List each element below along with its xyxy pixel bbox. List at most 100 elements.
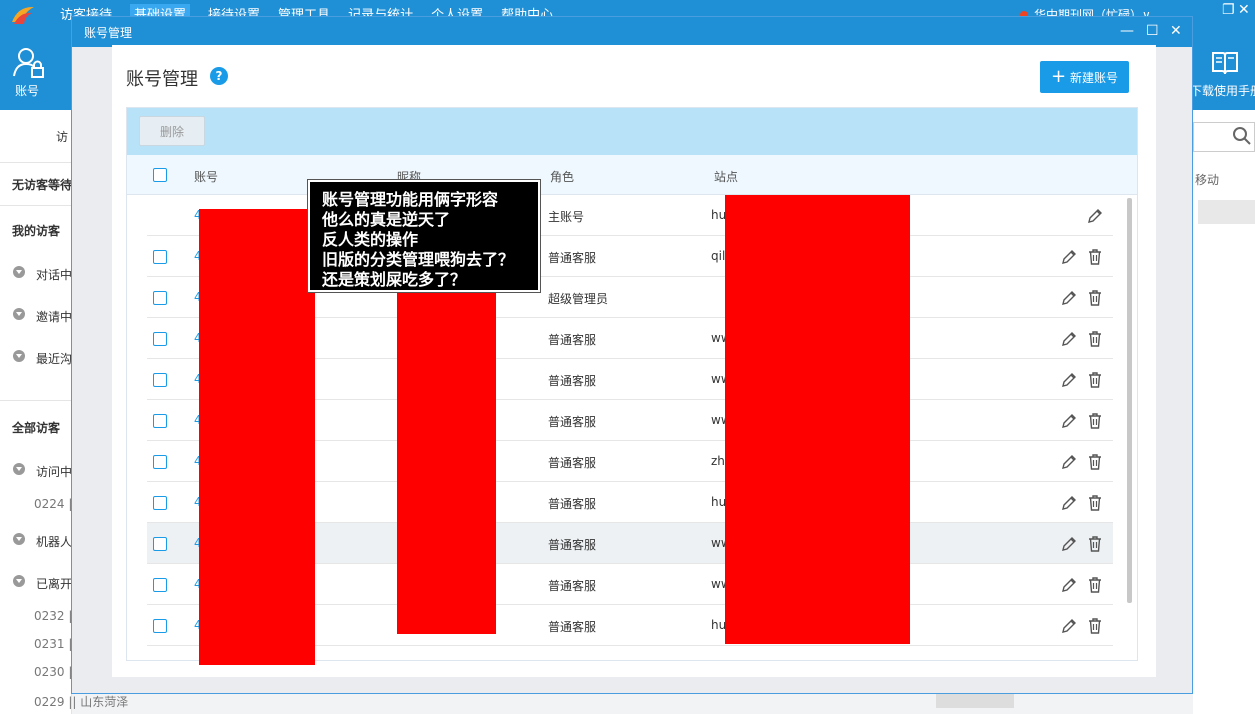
restore-icon[interactable]: ❐ (1222, 2, 1235, 18)
expand-icon[interactable] (13, 575, 25, 587)
trash-icon[interactable] (1086, 453, 1104, 471)
group-label[interactable]: 机器人 (36, 533, 72, 550)
row-checkbox[interactable] (153, 496, 167, 510)
row-checkbox[interactable] (153, 332, 167, 346)
role-cell: 普通客服 (548, 251, 597, 265)
annotation-line: 账号管理功能用俩字形容 (322, 190, 499, 209)
group-label[interactable]: 对话中 (36, 266, 72, 283)
edit-icon[interactable] (1060, 576, 1078, 594)
delete-button[interactable]: 删除 (139, 116, 205, 146)
divider (0, 400, 72, 401)
no-visitor-heading: 无访客等待 (12, 178, 73, 192)
edit-icon[interactable] (1060, 617, 1078, 635)
role-cell: 普通客服 (548, 538, 597, 552)
site-cell: hu (711, 208, 727, 222)
manual-book-icon[interactable] (1210, 48, 1240, 78)
header-account[interactable]: 账号 (194, 168, 218, 185)
group-label[interactable]: 最近沟 (36, 350, 72, 367)
divider (0, 162, 72, 163)
trash-icon[interactable] (1086, 330, 1104, 348)
redaction-block (397, 287, 496, 634)
expand-icon[interactable] (13, 463, 25, 475)
edit-icon[interactable] (1060, 494, 1078, 512)
redaction-block (199, 209, 315, 665)
edit-icon[interactable] (1060, 248, 1078, 266)
account-lock-icon[interactable] (12, 46, 46, 80)
role-cell: 普通客服 (548, 415, 597, 429)
role-cell: 普通客服 (548, 579, 597, 593)
trash-icon[interactable] (1086, 371, 1104, 389)
trash-icon[interactable] (1086, 248, 1104, 266)
role-cell: 超级管理员 (548, 292, 609, 306)
trash-icon[interactable] (1086, 289, 1104, 307)
search-icon[interactable] (1232, 126, 1252, 146)
header-role[interactable]: 角色 (550, 168, 574, 185)
trash-icon[interactable] (1086, 617, 1104, 635)
group-label[interactable]: 访问中 (36, 463, 72, 480)
role-cell: 普通客服 (548, 620, 597, 634)
close-icon[interactable]: ✕ (1170, 23, 1182, 39)
my-visitors-heading: 我的访客 (12, 224, 61, 238)
app-logo-icon (12, 6, 34, 24)
annotation-line: 还是策划屎吃多了？ (322, 270, 467, 289)
window-title-bar: 账号管理 — ☐ ✕ (72, 17, 1192, 47)
table-header: 账号 昵称 角色 站点 (127, 155, 1137, 195)
annotation-note: 账号管理功能用俩字形容 他么的真是逆天了 反人类的操作 旧版的分类管理喂狗去了？ 还是策… (308, 180, 540, 292)
row-checkbox[interactable] (153, 455, 167, 469)
close-icon[interactable]: ✕ (1238, 2, 1250, 18)
new-account-label: 新建账号 (1070, 70, 1119, 85)
annotation-line: 旧版的分类管理喂狗去了？ (322, 250, 515, 269)
table-scrollbar[interactable] (1127, 198, 1132, 603)
trash-icon[interactable] (1086, 535, 1104, 553)
edit-icon[interactable] (1060, 289, 1078, 307)
trash-icon[interactable] (1086, 412, 1104, 430)
role-cell: 普通客服 (548, 456, 597, 470)
help-icon[interactable]: ? (210, 67, 228, 85)
window-title: 账号管理 (84, 26, 133, 40)
visitor-entry[interactable]: 0229 || 山东菏泽 (34, 693, 128, 710)
edit-icon[interactable] (1060, 453, 1078, 471)
download-manual-label[interactable]: 下载使用手册 (1190, 82, 1255, 99)
row-checkbox[interactable] (153, 373, 167, 387)
row-checkbox[interactable] (153, 250, 167, 264)
row-checkbox[interactable] (153, 537, 167, 551)
site-cell: zh (711, 454, 725, 468)
row-checkbox[interactable] (153, 291, 167, 305)
account-toolbar-label[interactable]: 账号 (15, 82, 39, 99)
row-checkbox[interactable] (153, 414, 167, 428)
row-checkbox[interactable] (153, 578, 167, 592)
role-cell: 普通客服 (548, 333, 597, 347)
edit-icon[interactable] (1060, 412, 1078, 430)
edit-icon[interactable] (1060, 371, 1078, 389)
new-account-button[interactable]: + 新建账号 (1040, 61, 1129, 93)
maximize-icon[interactable]: ☐ (1146, 23, 1159, 39)
site-cell: hu (711, 495, 727, 509)
trash-icon[interactable] (1086, 576, 1104, 594)
role-cell: 普通客服 (548, 374, 597, 388)
edit-icon[interactable] (1086, 207, 1104, 225)
site-cell: hu (711, 618, 727, 632)
role-cell: 普通客服 (548, 497, 597, 511)
minimize-icon[interactable]: — (1120, 23, 1134, 39)
divider (0, 205, 72, 206)
select-all-checkbox[interactable] (153, 168, 167, 182)
redaction-block (725, 195, 910, 644)
expand-icon[interactable] (13, 350, 25, 362)
edit-icon[interactable] (1060, 330, 1078, 348)
expand-icon[interactable] (13, 266, 25, 278)
header-site[interactable]: 站点 (714, 168, 738, 185)
trash-icon[interactable] (1086, 494, 1104, 512)
sidebar-tab[interactable]: 访 (56, 128, 68, 145)
expand-icon[interactable] (13, 308, 25, 320)
group-label[interactable]: 已离开 (36, 575, 72, 592)
right-panel-bar (1198, 200, 1255, 224)
expand-icon[interactable] (13, 533, 25, 545)
role-cell: 主账号 (548, 210, 585, 224)
edit-icon[interactable] (1060, 535, 1078, 553)
move-label[interactable]: 移动 (1195, 171, 1219, 188)
group-label[interactable]: 邀请中 (36, 308, 72, 325)
annotation-line: 反人类的操作 (322, 230, 419, 249)
annotation-line: 他么的真是逆天了 (322, 210, 451, 229)
row-checkbox[interactable] (153, 619, 167, 633)
all-visitors-heading: 全部访客 (12, 421, 61, 435)
